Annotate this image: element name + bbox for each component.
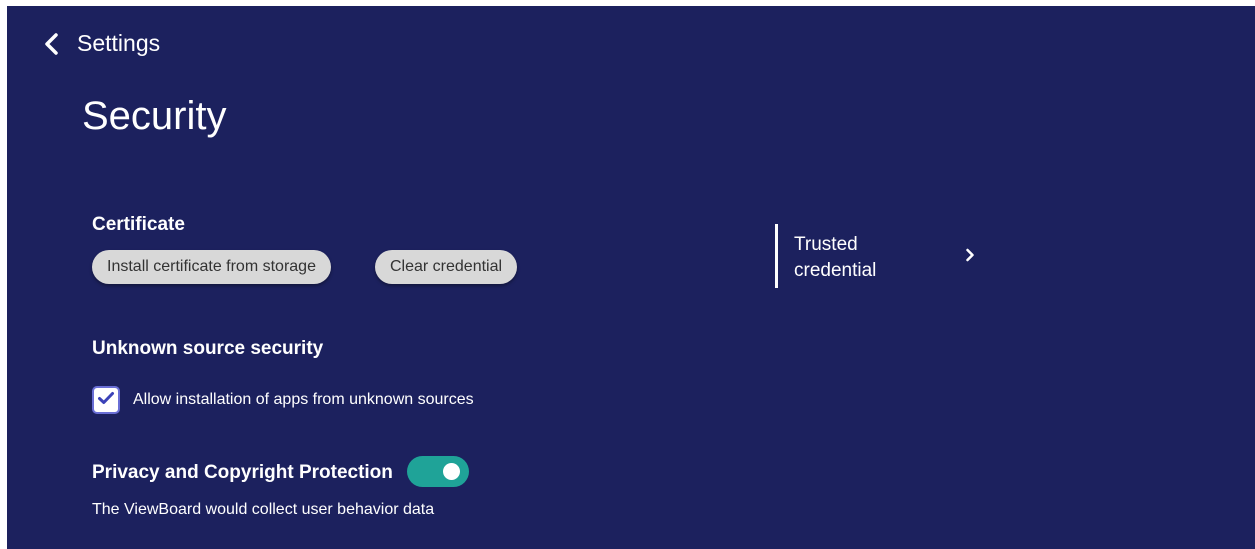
install-certificate-button[interactable]: Install certificate from storage bbox=[92, 250, 331, 284]
trusted-credential-label: Trusted credential bbox=[794, 234, 877, 281]
chevron-left-icon bbox=[43, 32, 59, 56]
back-button[interactable]: Settings bbox=[43, 30, 160, 57]
certificate-heading: Certificate bbox=[92, 214, 185, 235]
settings-screen: Settings Security Certificate Install ce… bbox=[7, 6, 1255, 549]
checkmark-icon bbox=[97, 391, 115, 410]
unknown-source-heading: Unknown source security bbox=[92, 338, 324, 359]
back-label: Settings bbox=[77, 30, 161, 56]
privacy-toggle[interactable] bbox=[407, 456, 469, 487]
privacy-description: The ViewBoard would collect user behavio… bbox=[92, 501, 435, 518]
page-title: Security bbox=[82, 94, 227, 138]
unknown-sources-label: Allow installation of apps from unknown … bbox=[133, 391, 474, 408]
unknown-sources-checkbox[interactable] bbox=[92, 386, 120, 414]
chevron-right-icon bbox=[965, 248, 975, 267]
privacy-heading: Privacy and Copyright Protection bbox=[92, 462, 393, 483]
clear-credential-button[interactable]: Clear credential bbox=[375, 250, 518, 284]
trusted-credential-item[interactable]: Trusted credential bbox=[775, 224, 978, 288]
toggle-knob bbox=[443, 463, 460, 480]
